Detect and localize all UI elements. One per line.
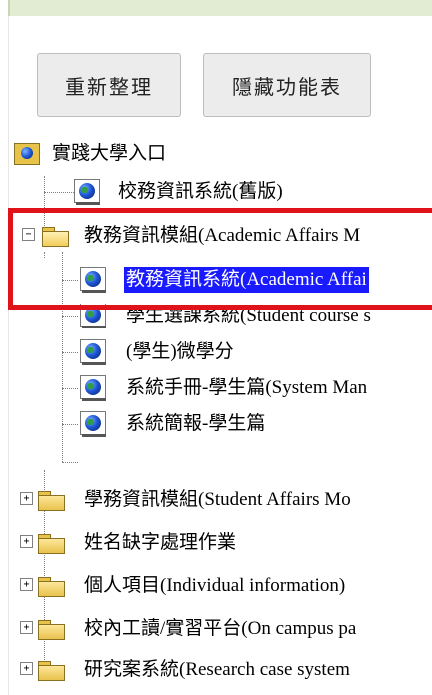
globe-page-icon	[80, 375, 110, 401]
tree-folder-label: 姓名缺字處理作業	[84, 532, 237, 553]
tree-folder-work-study[interactable]: 校內工讀/實習平台(On campus pa	[36, 611, 358, 647]
tree-item-label: 校務資訊系統(舊版)	[118, 181, 283, 202]
tree-folder-label: 校內工讀/實習平台(On campus pa	[84, 618, 357, 639]
folder-icon	[36, 575, 66, 597]
expand-toggle-icon[interactable]: +	[20, 621, 33, 634]
tree-connector	[44, 192, 74, 194]
tree-connector	[62, 424, 78, 426]
expand-toggle-icon[interactable]: +	[20, 535, 33, 548]
tree-folder-research[interactable]: 研究案系統(Research case system	[36, 652, 352, 688]
tree-item-student-briefing[interactable]: 系統簡報-學生篇	[80, 406, 267, 442]
tree-folder-personal[interactable]: 個人項目(Individual information)	[36, 568, 347, 604]
tree-root[interactable]: 實踐大學入口	[14, 136, 168, 172]
tree-item-school-info-old[interactable]: 校務資訊系統(舊版)	[74, 174, 285, 210]
expand-toggle-icon[interactable]: +	[20, 578, 33, 591]
tree-folder-label: 學務資訊模組(Student Affairs Mo	[84, 489, 351, 510]
tree-item-student-manual[interactable]: 系統手冊-學生篇(System Man	[80, 370, 369, 406]
globe-page-icon	[74, 179, 104, 205]
tree-folder-label: 個人項目(Individual information)	[84, 575, 346, 596]
tree-folder-missing-chars[interactable]: 姓名缺字處理作業	[36, 525, 238, 561]
tree-item-label: 系統簡報-學生篇	[126, 413, 266, 434]
folder-icon	[36, 532, 66, 554]
globe-page-icon	[80, 411, 110, 437]
tree-item-micro-credit[interactable]: (學生)微學分	[80, 334, 236, 370]
tree-connector	[62, 462, 78, 464]
tree-connector	[62, 352, 78, 354]
folder-icon	[36, 489, 66, 511]
portal-root-icon	[14, 141, 44, 167]
folder-icon	[36, 618, 66, 640]
folder-icon	[36, 659, 66, 681]
expand-toggle-icon[interactable]: +	[20, 492, 33, 505]
highlight-annotation-box	[8, 208, 432, 310]
tree-folder-label: 研究案系統(Research case system	[84, 659, 350, 680]
tree-root-label: 實踐大學入口	[52, 143, 167, 164]
navigation-tree: 實踐大學入口 校務資訊系統(舊版) − 教務資訊模組(Academic Affa…	[0, 0, 432, 695]
tree-folder-student-affairs[interactable]: 學務資訊模組(Student Affairs Mo	[36, 482, 353, 518]
tree-connector	[62, 388, 78, 390]
tree-connector	[62, 316, 78, 318]
tree-item-label: (學生)微學分	[126, 341, 234, 362]
expand-toggle-icon[interactable]: +	[20, 662, 33, 675]
globe-page-icon	[80, 339, 110, 365]
tree-item-label: 系統手冊-學生篇(System Man	[126, 377, 368, 398]
